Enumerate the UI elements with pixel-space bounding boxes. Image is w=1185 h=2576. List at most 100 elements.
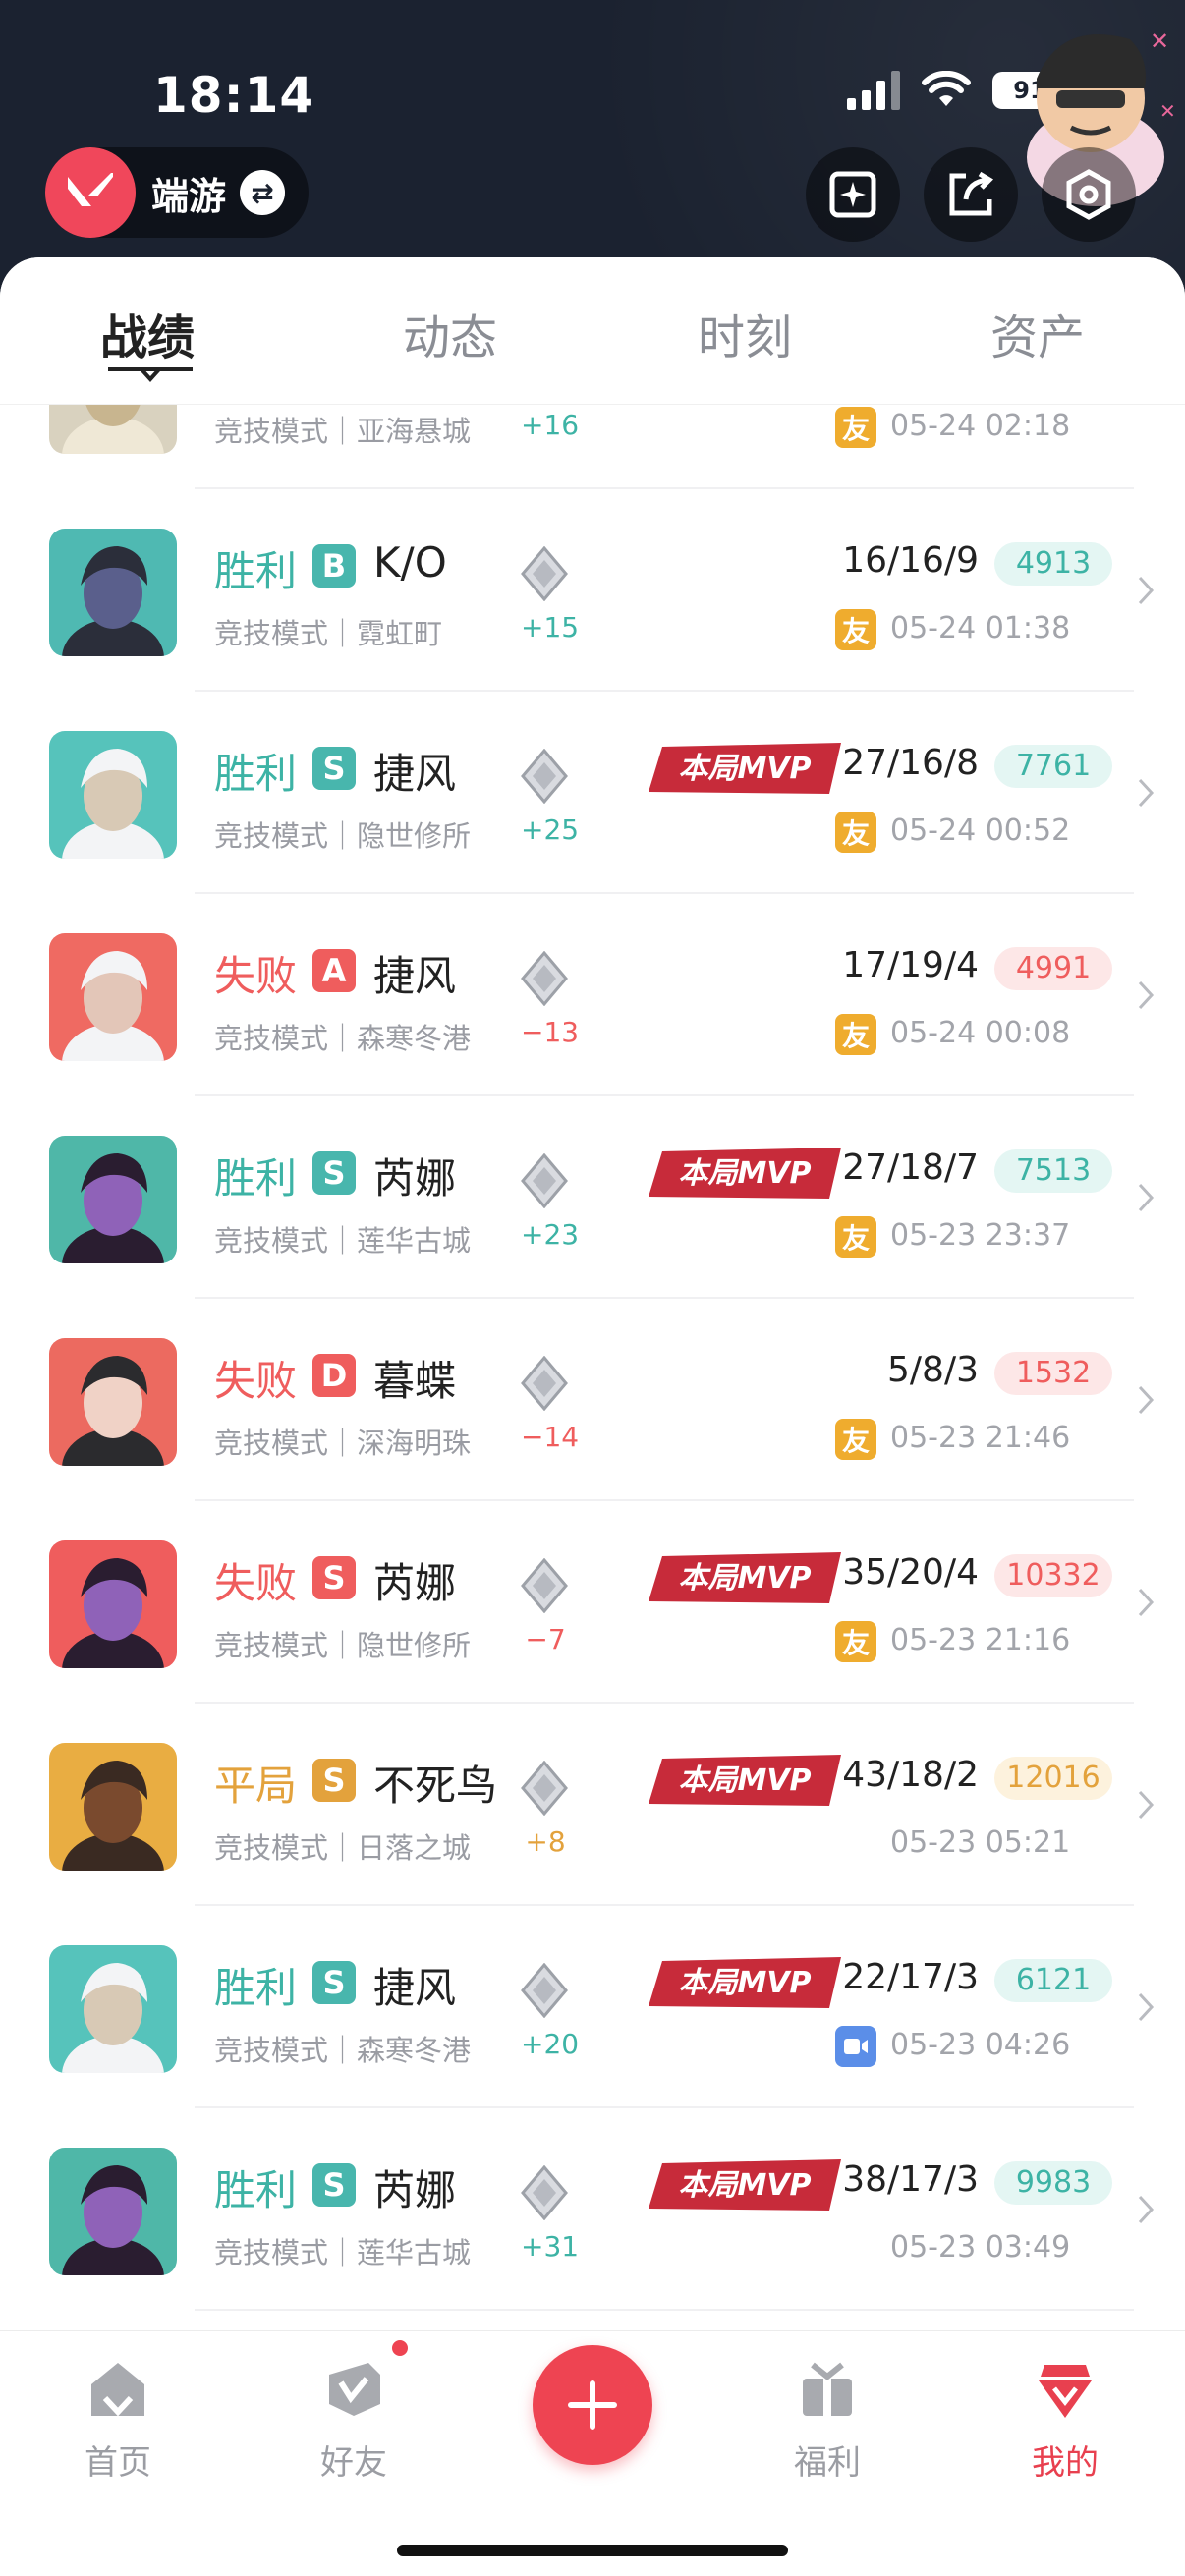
share-button[interactable] <box>924 147 1018 242</box>
nav-welfare-label: 福利 <box>794 2443 861 2483</box>
chevron-right-icon <box>1138 576 1155 605</box>
rank-diamond-icon <box>521 1558 568 1613</box>
grade-badge: B <box>312 544 356 588</box>
match-time: 05-23 03:49 <box>890 2230 1071 2265</box>
match-row[interactable]: 胜利 S 捷风 竞技模式｜森寒冬港 +20 本局MVP 22/17/3 6121 05-23 0… <box>0 1906 1185 2108</box>
nav-profile[interactable]: 我的 <box>996 2355 1134 2484</box>
rank-delta: +16 <box>521 409 580 441</box>
wifi-icon <box>922 71 971 106</box>
video-icon[interactable] <box>835 2026 876 2067</box>
match-row[interactable]: 失败 S 芮娜 竞技模式｜隐世修所 −7 本局MVP 35/20/4 10332 友 05-23 … <box>0 1501 1185 1704</box>
rank-diamond-icon <box>521 749 568 804</box>
grade-badge: S <box>312 2163 356 2207</box>
score-pill: 1532 <box>994 1352 1112 1395</box>
content-sheet: 战绩 动态 时刻 资产 竞技模式｜亚海悬城 +16 友 05-24 02:18 胜利 B K… <box>0 257 1185 2576</box>
row-divider <box>195 2309 1134 2311</box>
match-result: 胜利 <box>214 547 298 595</box>
kda: 27/16/8 <box>842 743 979 783</box>
home-indicator <box>397 2545 788 2556</box>
plus-icon <box>568 2380 617 2430</box>
nav-welfare[interactable]: 福利 <box>759 2355 896 2484</box>
mode-map: 竞技模式｜森寒冬港 <box>214 2034 472 2067</box>
agent-avatar <box>49 731 177 859</box>
grade-badge: S <box>312 1759 356 1802</box>
score-pill: 10332 <box>994 1554 1112 1597</box>
add-button[interactable] <box>533 2345 652 2465</box>
grade-badge: S <box>312 747 356 790</box>
tab-bar: 战绩 动态 时刻 资产 <box>0 257 1185 405</box>
match-row[interactable]: 平局 S 不死鸟 竞技模式｜日落之城 +8 本局MVP 43/18/2 12016 05-23 … <box>0 1704 1185 1906</box>
match-row[interactable]: 胜利 S 捷风 竞技模式｜隐世修所 +25 本局MVP 27/16/8 7761 友 05-24 … <box>0 692 1185 894</box>
friend-badge-icon: 友 <box>835 1216 876 1258</box>
rank-diamond-icon <box>521 1356 568 1411</box>
kda: 43/18/2 <box>842 1755 979 1795</box>
match-time: 05-24 02:18 <box>890 409 1071 443</box>
rank-delta: −7 <box>525 1623 566 1655</box>
nav-friends-label: 好友 <box>320 2443 387 2483</box>
tab-feed[interactable]: 动态 <box>403 299 497 367</box>
agent-avatar <box>49 1136 177 1263</box>
mode-map: 竞技模式｜莲华古城 <box>214 1224 472 1258</box>
match-time: 05-24 00:52 <box>890 813 1071 848</box>
mode-map: 竞技模式｜莲华古城 <box>214 2236 472 2269</box>
grade-badge: S <box>312 1961 356 2004</box>
rank-delta: +31 <box>521 2230 580 2263</box>
score-pill: 12016 <box>994 1757 1112 1800</box>
nav-home[interactable]: 首页 <box>49 2355 187 2484</box>
rank-diamond-icon <box>521 1761 568 1816</box>
match-result: 失败 <box>214 1559 298 1607</box>
agent-name: 捷风 <box>373 952 457 1000</box>
settings-button[interactable] <box>1042 147 1136 242</box>
grade-badge: D <box>312 1354 356 1397</box>
grade-badge: A <box>312 949 356 992</box>
tab-assets[interactable]: 资产 <box>990 299 1085 367</box>
grade-badge: S <box>312 1151 356 1195</box>
agent-avatar <box>49 2148 177 2275</box>
match-row[interactable]: 失败 D 暮蝶 竞技模式｜深海明珠 −14 5/8/3 1532 友 05-23 21:46 <box>0 1299 1185 1501</box>
match-row[interactable]: 胜利 S 芮娜 竞技模式｜莲华古城 +23 本局MVP 27/18/7 7513 友 05-23 … <box>0 1096 1185 1299</box>
ai-card-button[interactable] <box>806 147 900 242</box>
mvp-label: 本局MVP <box>678 1156 811 1191</box>
rank-delta: +15 <box>521 611 580 644</box>
mvp-banner: 本局MVP <box>649 1552 841 1603</box>
rank-delta: −14 <box>521 1421 580 1453</box>
match-row[interactable]: 胜利 S 芮娜 竞技模式｜莲华古城 +31 本局MVP 38/17/3 9983 05-23 0… <box>0 2108 1185 2311</box>
chevron-right-icon <box>1138 1183 1155 1212</box>
match-time: 05-23 21:46 <box>890 1421 1071 1455</box>
score-pill: 7513 <box>994 1149 1112 1193</box>
chevron-right-icon <box>1138 1588 1155 1617</box>
swap-icon: ⇄ <box>240 170 286 215</box>
match-row[interactable]: 胜利 B K/O 竞技模式｜霓虹町 +15 16/16/9 4913 友 05-24 01:38 <box>0 489 1185 692</box>
nav-profile-label: 我的 <box>1032 2443 1099 2483</box>
mode-map: 竞技模式｜隐世修所 <box>214 1629 472 1662</box>
kda: 27/18/7 <box>842 1148 979 1188</box>
match-time: 05-23 05:21 <box>890 1825 1071 1860</box>
settings-icon <box>1066 169 1111 220</box>
friend-badge-icon: 友 <box>835 609 876 650</box>
rank-delta: −13 <box>521 1016 580 1048</box>
agent-name: 芮娜 <box>373 2166 457 2214</box>
svg-text:✕: ✕ <box>1150 28 1169 55</box>
mvp-label: 本局MVP <box>678 2168 811 2203</box>
sparkle-card-icon <box>829 171 876 218</box>
rank-diamond-icon <box>521 546 568 601</box>
tab-record[interactable]: 战绩 <box>100 299 195 367</box>
friends-notification-dot <box>389 2337 411 2359</box>
friend-badge-icon: 友 <box>835 1014 876 1055</box>
agent-avatar <box>49 933 177 1061</box>
friend-badge-icon: 友 <box>835 407 876 448</box>
profile-icon <box>1039 2365 1092 2418</box>
kda: 22/17/3 <box>842 1957 979 1997</box>
game-switch-button[interactable]: 端游 ⇄ <box>45 147 309 238</box>
match-row[interactable]: 失败 A 捷风 竞技模式｜森寒冬港 −13 17/19/4 4991 友 05-24 00:08 <box>0 894 1185 1096</box>
nav-friends[interactable]: 好友 <box>285 2355 423 2484</box>
match-result: 胜利 <box>214 2166 298 2214</box>
chevron-right-icon <box>1138 1992 1155 2022</box>
mode-map: 竞技模式｜隐世修所 <box>214 819 472 853</box>
rank-diamond-icon <box>521 951 568 1006</box>
mvp-banner: 本局MVP <box>649 743 841 794</box>
match-result: 胜利 <box>214 1964 298 2012</box>
tab-moments[interactable]: 时刻 <box>698 299 792 367</box>
kda: 35/20/4 <box>842 1552 979 1593</box>
agent-name: K/O <box>373 538 447 587</box>
